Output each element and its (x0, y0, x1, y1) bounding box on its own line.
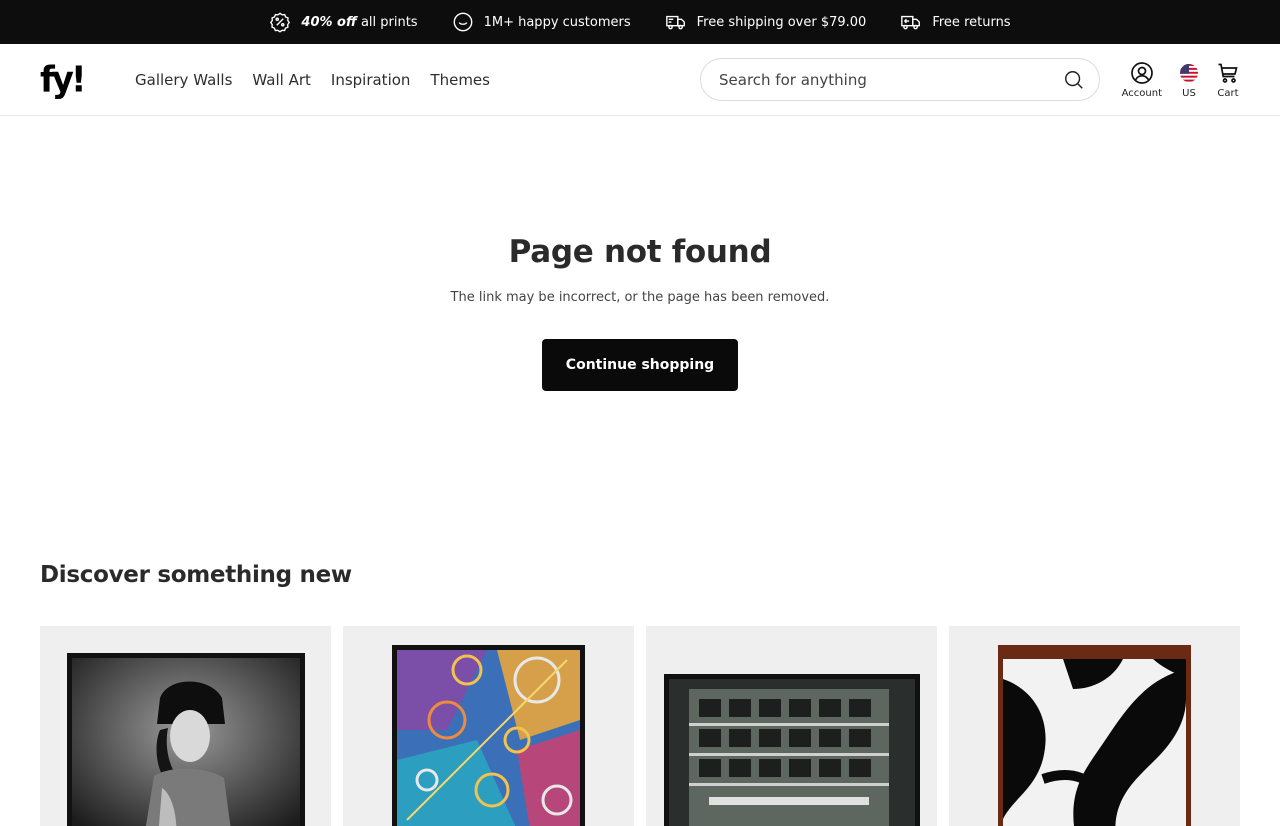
product-card[interactable] (949, 626, 1240, 826)
product-grid (40, 626, 1240, 826)
nav-item-wall-art[interactable]: Wall Art (252, 71, 310, 89)
cart-icon (1218, 63, 1238, 83)
region-button[interactable]: US (1180, 61, 1198, 99)
truck-icon (665, 15, 685, 30)
nav-item-inspiration[interactable]: Inspiration (331, 71, 411, 89)
discount-bold-text: 40% off (301, 14, 357, 30)
perk-discount: 40% off all prints (269, 11, 418, 33)
cart-label: Cart (1217, 88, 1239, 99)
customers-text: 1M+ happy customers (483, 14, 631, 30)
search-icon[interactable] (1063, 69, 1085, 91)
product-image-abstract-shapes (998, 645, 1191, 826)
shipping-text: Free shipping over $79.00 (696, 14, 867, 30)
product-card[interactable] (343, 626, 634, 826)
nav-item-gallery-walls[interactable]: Gallery Walls (135, 71, 232, 89)
announcement-bar: 40% off all prints 1M+ happy customers F… (0, 0, 1280, 44)
abstract-shapes-artwork (1003, 659, 1186, 826)
us-flag-icon (1180, 64, 1198, 82)
discount-text: all prints (356, 14, 418, 30)
building-artwork (669, 679, 915, 826)
search-input[interactable] (719, 70, 1063, 89)
product-card[interactable] (40, 626, 331, 826)
returns-text: Free returns (932, 14, 1011, 30)
product-image-portrait (67, 653, 305, 826)
not-found-section: Page not found The link may be incorrect… (0, 234, 1280, 391)
product-image-abstract-gears (392, 645, 585, 826)
account-button[interactable]: Account (1122, 61, 1162, 99)
perk-customers: 1M+ happy customers (452, 11, 631, 33)
account-label: Account (1121, 88, 1162, 99)
page-title: Page not found (508, 234, 772, 270)
nav-item-themes[interactable]: Themes (430, 71, 490, 89)
perk-shipping: Free shipping over $79.00 (665, 11, 867, 33)
continue-shopping-button[interactable]: Continue shopping (541, 339, 739, 391)
perk-returns: Free returns (900, 11, 1011, 33)
site-header: fy! Gallery Walls Wall Art Inspiration T… (0, 44, 1280, 116)
account-icon (1130, 62, 1153, 84)
region-label: US (1182, 88, 1196, 99)
header-actions: Account US Cart (1122, 44, 1240, 116)
main-nav: Gallery Walls Wall Art Inspiration Theme… (135, 71, 490, 89)
product-card[interactable] (646, 626, 937, 826)
not-found-message: The link may be incorrect, or the page h… (450, 290, 830, 305)
percent-badge-icon (270, 12, 291, 33)
portrait-artwork (72, 658, 300, 826)
site-logo[interactable]: fy! (40, 61, 113, 99)
cart-button[interactable]: Cart (1216, 61, 1240, 99)
search-bar (700, 58, 1100, 101)
smiley-icon (453, 12, 472, 32)
return-truck-icon (901, 15, 921, 30)
discover-heading: Discover something new (40, 562, 352, 588)
logo-text: fy! (40, 58, 87, 101)
product-image-city-building (664, 674, 920, 826)
